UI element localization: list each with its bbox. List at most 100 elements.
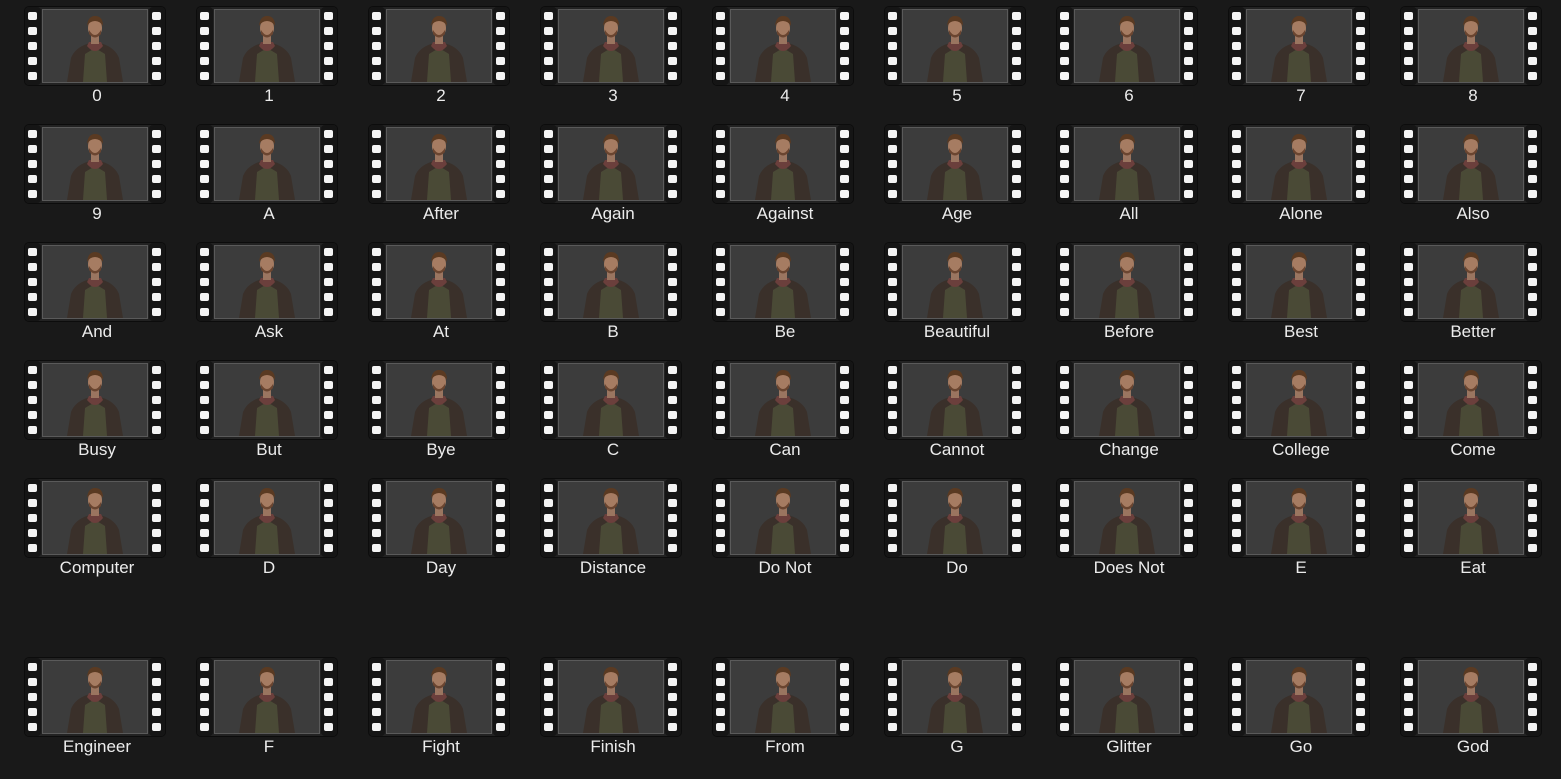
video-file-item[interactable]: Do Not bbox=[688, 472, 860, 582]
sprocket-hole bbox=[1528, 678, 1537, 686]
sprocket-hole bbox=[888, 248, 897, 256]
sprocket-hole bbox=[716, 499, 725, 507]
sprocket-hole bbox=[1060, 72, 1069, 80]
sprocket-hole bbox=[716, 544, 725, 552]
video-file-item[interactable]: Distance bbox=[516, 472, 688, 582]
sprocket-hole bbox=[668, 426, 677, 434]
video-file-item[interactable]: 0 bbox=[0, 0, 172, 110]
video-file-item[interactable]: E bbox=[1204, 472, 1376, 582]
sprocket-hole bbox=[716, 145, 725, 153]
video-file-item[interactable]: Glitter bbox=[1032, 651, 1204, 761]
sprocket-hole bbox=[200, 366, 209, 374]
video-file-item[interactable]: Best bbox=[1204, 236, 1376, 346]
video-file-item[interactable]: 6 bbox=[1032, 0, 1204, 110]
video-file-item[interactable]: D bbox=[172, 472, 344, 582]
video-file-item[interactable]: And bbox=[0, 236, 172, 346]
video-file-item[interactable]: 5 bbox=[860, 0, 1032, 110]
sprocket-hole bbox=[888, 396, 897, 404]
file-name-label: 2 bbox=[436, 86, 446, 105]
sprocket-hole bbox=[1232, 366, 1241, 374]
video-file-item[interactable]: Be bbox=[688, 236, 860, 346]
video-file-item[interactable]: All bbox=[1032, 118, 1204, 228]
video-file-item[interactable]: Come bbox=[1376, 354, 1548, 464]
video-file-item[interactable]: Beautiful bbox=[860, 236, 1032, 346]
video-file-item[interactable]: A bbox=[172, 118, 344, 228]
sprocket-hole bbox=[200, 663, 209, 671]
video-file-item[interactable]: Go bbox=[1204, 651, 1376, 761]
video-file-item[interactable]: Computer bbox=[0, 472, 172, 582]
video-file-item[interactable]: 8 bbox=[1376, 0, 1548, 110]
video-file-item[interactable]: Bye bbox=[344, 354, 516, 464]
video-file-item[interactable]: Eat bbox=[1376, 472, 1548, 582]
thumbnail-frame bbox=[1246, 481, 1352, 555]
video-file-item[interactable]: 3 bbox=[516, 0, 688, 110]
video-file-item[interactable]: From bbox=[688, 651, 860, 761]
thumbnail-frame bbox=[1246, 245, 1352, 319]
video-file-item[interactable]: But bbox=[172, 354, 344, 464]
sprocket-hole bbox=[324, 693, 333, 701]
video-file-item[interactable]: Fight bbox=[344, 651, 516, 761]
film-strip-right bbox=[1353, 243, 1369, 321]
sprocket-hole bbox=[496, 278, 505, 286]
film-strip-right bbox=[493, 658, 509, 736]
video-file-item[interactable]: Against bbox=[688, 118, 860, 228]
sprocket-hole bbox=[324, 27, 333, 35]
video-file-item[interactable]: College bbox=[1204, 354, 1376, 464]
video-file-item[interactable]: Better bbox=[1376, 236, 1548, 346]
video-file-item[interactable]: Before bbox=[1032, 236, 1204, 346]
film-strip-right bbox=[665, 361, 681, 439]
video-file-item[interactable]: Also bbox=[1376, 118, 1548, 228]
sprocket-hole bbox=[1012, 130, 1021, 138]
video-thumbnail bbox=[25, 125, 165, 203]
sprocket-hole bbox=[544, 145, 553, 153]
video-file-item[interactable]: Day bbox=[344, 472, 516, 582]
video-file-item[interactable]: Ask bbox=[172, 236, 344, 346]
sprocket-hole bbox=[716, 484, 725, 492]
video-thumbnail bbox=[1057, 125, 1197, 203]
thumbnail-frame bbox=[1246, 363, 1352, 437]
video-file-item[interactable]: Do bbox=[860, 472, 1032, 582]
video-file-item[interactable]: Alone bbox=[1204, 118, 1376, 228]
thumbnail-frame bbox=[42, 245, 148, 319]
sprocket-hole bbox=[840, 130, 849, 138]
sprocket-hole bbox=[668, 27, 677, 35]
video-file-item[interactable]: Cannot bbox=[860, 354, 1032, 464]
sprocket-hole bbox=[200, 160, 209, 168]
video-file-item[interactable]: Again bbox=[516, 118, 688, 228]
video-file-item[interactable]: Age bbox=[860, 118, 1032, 228]
sprocket-hole bbox=[1012, 27, 1021, 35]
file-name-label: Come bbox=[1450, 440, 1496, 459]
sprocket-hole bbox=[28, 12, 37, 20]
video-file-item[interactable]: Busy bbox=[0, 354, 172, 464]
video-file-item[interactable]: 7 bbox=[1204, 0, 1376, 110]
video-file-item[interactable]: 2 bbox=[344, 0, 516, 110]
sprocket-hole bbox=[152, 308, 161, 316]
video-file-item[interactable]: 1 bbox=[172, 0, 344, 110]
sprocket-hole bbox=[1232, 12, 1241, 20]
video-file-item[interactable]: F bbox=[172, 651, 344, 761]
sprocket-hole bbox=[1012, 708, 1021, 716]
video-file-item[interactable]: Finish bbox=[516, 651, 688, 761]
sprocket-hole bbox=[28, 678, 37, 686]
video-thumbnail bbox=[713, 7, 853, 85]
film-strip-right bbox=[149, 658, 165, 736]
video-file-item[interactable]: C bbox=[516, 354, 688, 464]
video-file-item[interactable]: Change bbox=[1032, 354, 1204, 464]
sprocket-hole bbox=[1404, 723, 1413, 731]
film-strip-right bbox=[1353, 361, 1369, 439]
video-file-item[interactable]: Does Not bbox=[1032, 472, 1204, 582]
sprocket-hole bbox=[1184, 426, 1193, 434]
video-file-item[interactable]: After bbox=[344, 118, 516, 228]
sprocket-hole bbox=[1232, 484, 1241, 492]
video-file-item[interactable]: 9 bbox=[0, 118, 172, 228]
video-file-item[interactable]: Engineer bbox=[0, 651, 172, 761]
sprocket-hole bbox=[1232, 426, 1241, 434]
video-file-item[interactable]: B bbox=[516, 236, 688, 346]
video-file-item[interactable]: God bbox=[1376, 651, 1548, 761]
sprocket-hole bbox=[28, 693, 37, 701]
video-file-item[interactable]: Can bbox=[688, 354, 860, 464]
video-file-item[interactable]: 4 bbox=[688, 0, 860, 110]
sprocket-hole bbox=[840, 693, 849, 701]
video-file-item[interactable]: At bbox=[344, 236, 516, 346]
video-file-item[interactable]: G bbox=[860, 651, 1032, 761]
